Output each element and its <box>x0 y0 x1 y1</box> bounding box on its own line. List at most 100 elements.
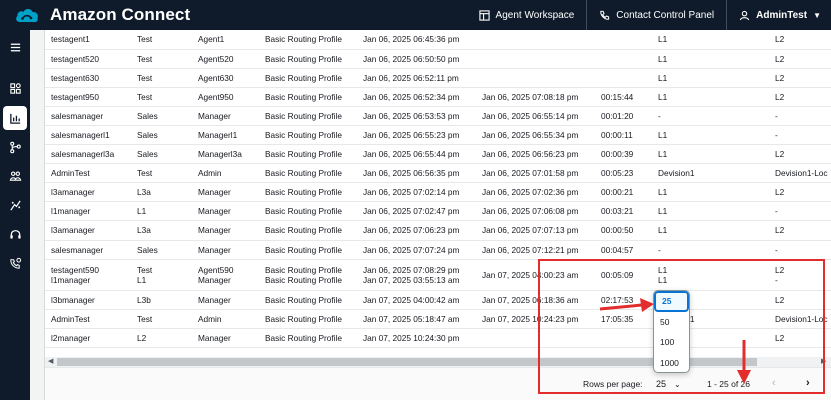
cell-last-name: Agent630 <box>192 68 259 88</box>
cell-line-1: Jan 06, 2025 07:08:29 pm <box>363 264 460 275</box>
cell-routing-profile: Basic Routing Profile <box>259 106 357 126</box>
annotation-arrow-right-icon <box>599 298 654 312</box>
cell-last-name: Admin <box>192 163 259 184</box>
amazon-connect-logo[interactable]: Amazon Connect <box>14 5 190 25</box>
cell-login-time: Jan 06, 2025 06:52:11 pm <box>357 68 476 88</box>
cell-hierarchy-level-1: L1 <box>652 220 769 241</box>
cell-login-time: Jan 07, 2025 10:24:30 pm <box>357 328 476 348</box>
cell-duration: 00:05:23 <box>595 163 652 184</box>
cell-login-time: Jan 06, 2025 07:02:47 pm <box>357 201 476 222</box>
scroll-left-icon[interactable]: ◀ <box>48 357 53 367</box>
cell-routing-profile: Basic Routing Profile Basic Routing Profi… <box>259 259 357 291</box>
cell-username: salesmanagerl3a <box>45 144 131 165</box>
cell-username: AdminTest <box>45 309 131 329</box>
cell-duration: 00:03:21 <box>595 201 652 222</box>
table-row: testagent520 Test Agent520 Basic Routing Pr… <box>45 49 831 69</box>
cell-logout-time: Jan 06, 2025 06:55:14 pm <box>476 106 595 126</box>
cell-hierarchy-level-1: Devision1 <box>652 163 769 184</box>
cell-first-name: Sales <box>131 106 192 126</box>
cell-first-name: Sales <box>131 144 192 165</box>
table-row: AdminTest Test Admin Basic Routing Profile J… <box>45 163 831 184</box>
cell-routing-profile: Basic Routing Profile <box>259 144 357 165</box>
cell-username: testagent630 <box>45 68 131 88</box>
cell-duration <box>595 68 652 88</box>
user-name: AdminTest <box>756 9 808 21</box>
sidebar-item-channels[interactable] <box>3 193 27 217</box>
cell-hierarchy-level-2: L2 <box>769 182 831 203</box>
cell-last-name: Agent1 <box>192 30 259 50</box>
cell-username: testagent1 <box>45 30 131 50</box>
cell-first-name: Test <box>131 30 192 50</box>
menu-icon <box>10 43 20 51</box>
cell-line-2: Jan 07, 2025 03:55:13 am <box>363 274 460 285</box>
cell-first-name: L3a <box>131 182 192 203</box>
sidebar-item-agent[interactable] <box>3 222 27 246</box>
cell-hierarchy-level-2: - <box>769 240 831 260</box>
cell-login-time: Jan 06, 2025 06:52:34 pm <box>357 87 476 107</box>
cell-hierarchy-level-2: L2 <box>769 220 831 241</box>
routing-icon <box>9 141 21 153</box>
cell-login-time: Jan 06, 2025 07:08:29 pm Jan 07, 2025 03:… <box>357 259 476 291</box>
cell-username: testagent950 <box>45 87 131 107</box>
sidebar-item-routing[interactable] <box>3 135 27 159</box>
cell-duration <box>595 30 652 50</box>
cell-line-1: Test <box>137 264 153 275</box>
cell-routing-profile: Basic Routing Profile <box>259 328 357 348</box>
cell-first-name: Test <box>131 68 192 88</box>
agent-workspace-link[interactable]: Agent Workspace <box>467 0 588 30</box>
cloud-icon <box>16 9 38 23</box>
cell-last-name: Manager <box>192 328 259 348</box>
cell-hierarchy-level-2: Devision1-Loc <box>769 163 831 184</box>
cell-line-2: l1manager <box>51 274 91 285</box>
cell-login-time: Jan 06, 2025 06:53:53 pm <box>357 106 476 126</box>
cell-last-name: Managerl3a <box>192 144 259 165</box>
table-row: testagent950 Test Agent950 Basic Routing Pr… <box>45 87 831 107</box>
users-icon <box>9 170 21 181</box>
cell-hierarchy-level-2: L2 <box>769 49 831 69</box>
agent-workspace-label: Agent Workspace <box>495 9 575 21</box>
cell-first-name: Test <box>131 163 192 184</box>
cell-username: l3amanager <box>45 220 131 241</box>
cell-logout-time: Jan 06, 2025 07:08:18 pm <box>476 87 595 107</box>
contact-control-panel-link[interactable]: Contact Control Panel <box>587 0 728 30</box>
caret-down-icon: ▼ <box>813 10 821 20</box>
cell-hierarchy-level-2: L2 <box>769 87 831 107</box>
cell-hierarchy-level-1: - <box>652 106 769 126</box>
sidebar-item-analytics[interactable] <box>3 106 27 130</box>
cell-routing-profile: Basic Routing Profile <box>259 220 357 241</box>
cell-hierarchy-level-2: L2 <box>769 68 831 88</box>
cell-last-name: Manager <box>192 182 259 203</box>
sidebar-item-integrations[interactable] <box>3 251 27 275</box>
menu-button[interactable] <box>3 35 27 59</box>
cell-logout-time: Jan 06, 2025 07:12:21 pm <box>476 240 595 260</box>
sidebar-item-users[interactable] <box>3 164 27 188</box>
contact-control-panel-label: Contact Control Panel <box>616 9 715 21</box>
cell-hierarchy-level-2: - <box>769 125 831 146</box>
cell-first-name: Sales <box>131 125 192 146</box>
cell-username: testagent590 l1manager <box>45 259 131 291</box>
cell-hierarchy-level-1: - <box>652 240 769 260</box>
cell-username: salesmanager <box>45 106 131 126</box>
cell-username: AdminTest <box>45 163 131 184</box>
cell-first-name: L2 <box>131 328 192 348</box>
cell-username: testagent520 <box>45 49 131 69</box>
cell-last-name: Manager <box>192 220 259 241</box>
cell-duration: 00:15:44 <box>595 87 652 107</box>
cell-login-time: Jan 07, 2025 04:00:42 am <box>357 290 476 310</box>
table-row: salesmanagerl1 Sales Managerl1 Basic Routin… <box>45 125 831 146</box>
cell-logout-time: Jan 06, 2025 07:01:58 pm <box>476 163 595 184</box>
cell-last-name: Agent950 <box>192 87 259 107</box>
cell-duration: 00:00:39 <box>595 144 652 165</box>
cell-routing-profile: Basic Routing Profile <box>259 68 357 88</box>
cell-routing-profile: Basic Routing Profile <box>259 240 357 260</box>
cell-line-1: testagent590 <box>51 264 99 275</box>
cell-login-time: Jan 06, 2025 06:56:35 pm <box>357 163 476 184</box>
cell-routing-profile: Basic Routing Profile <box>259 201 357 222</box>
user-menu[interactable]: AdminTest ▼ <box>727 0 831 30</box>
cell-routing-profile: Basic Routing Profile <box>259 290 357 310</box>
cell-last-name: Admin <box>192 309 259 329</box>
sidebar-item-dashboard[interactable] <box>3 76 27 100</box>
cell-hierarchy-level-2: - <box>769 106 831 126</box>
left-sidebar <box>0 30 30 400</box>
table-row: salesmanager Sales Manager Basic Routing Pr… <box>45 240 831 260</box>
